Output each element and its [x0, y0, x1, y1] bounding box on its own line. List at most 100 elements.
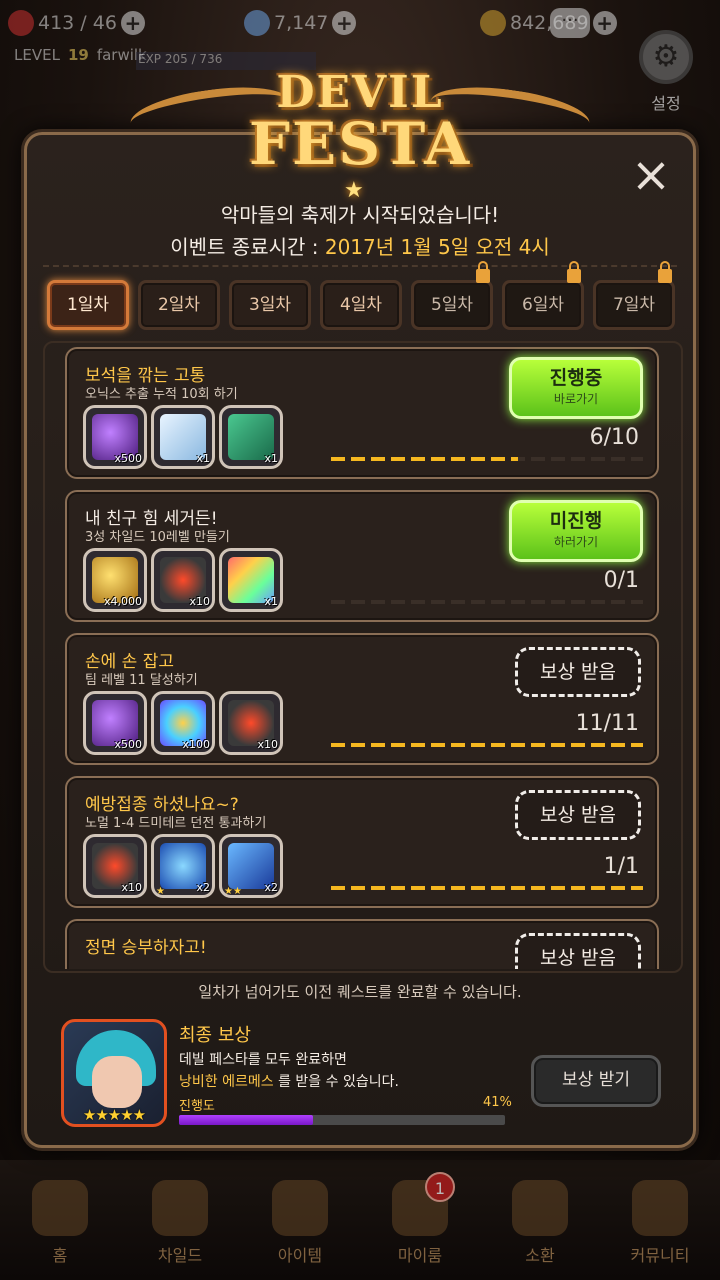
reward-item[interactable]: x10	[83, 834, 147, 898]
progress-label: 진행도	[179, 1099, 215, 1114]
claim-final-reward-button[interactable]: 보상 받기	[531, 1055, 661, 1107]
close-icon: ×	[630, 147, 672, 203]
final-reward-panel: ★★★★★ 최종 보상 데빌 페스타를 모두 완료하면 낭비한 에르메스 를 받…	[43, 1007, 683, 1137]
final-reward-desc-2: 낭비한 에르메스 를 받을 수 있습니다.	[179, 1071, 399, 1091]
tab-day-6[interactable]: 6일차	[502, 261, 584, 330]
logo-star-icon: ★	[344, 178, 364, 203]
reward-claimed-button[interactable]: 보상 받음	[515, 647, 641, 697]
reward-claimed-button[interactable]: 보상 받음	[515, 933, 641, 969]
lock-icon	[567, 261, 581, 283]
add-gems-button[interactable]: +	[332, 11, 357, 35]
nav-item-2[interactable]: 아이템	[245, 1180, 355, 1266]
nav-item-3[interactable]: 마이룸 1	[365, 1172, 475, 1266]
reward-item[interactable]: x1	[219, 405, 283, 469]
final-progress-bar	[179, 1115, 505, 1125]
settings-button[interactable]: ⚙ 설정	[626, 30, 706, 114]
hero-stars-icon: ★★★★★	[82, 1106, 146, 1124]
quest-progress-bar	[331, 600, 643, 604]
quest-description: 노멀 1-4 드미테르 던전 통과하기	[85, 816, 267, 831]
reward-item[interactable]: x500	[83, 405, 147, 469]
tab-day-4[interactable]: 4일차	[320, 280, 402, 330]
reward-item[interactable]: x4,000	[83, 548, 147, 612]
nav-label: 홈	[52, 1246, 68, 1265]
tab-label: 7일차	[612, 295, 656, 315]
hero-face	[92, 1056, 142, 1108]
gem-icon	[244, 10, 270, 36]
reward-count: x2	[264, 881, 278, 894]
quest-progress-count: 0/1	[603, 568, 639, 593]
reward-count: x10	[257, 738, 278, 751]
quest-rewards: x4,000 x10 x1	[83, 548, 283, 612]
nav-item-4[interactable]: 소환	[485, 1180, 595, 1266]
add-hearts-button[interactable]: +	[120, 11, 145, 35]
reward-desc-rest: 를 받을 수 있습니다.	[273, 1074, 399, 1090]
reward-count: x10	[121, 881, 142, 894]
quest-progress-bar	[331, 743, 643, 747]
quest-go-button[interactable]: 진행중 바로가기	[509, 357, 643, 419]
gems-value: 7,147	[274, 12, 329, 34]
tab-label: 4일차	[339, 295, 383, 315]
reward-count: x1	[264, 452, 278, 465]
reward-item[interactable]: x10	[151, 548, 215, 612]
nav-label: 소환	[525, 1246, 555, 1265]
quest-description: 3성 차일드 10레벨 만들기	[85, 530, 230, 545]
lock-icon	[658, 261, 672, 283]
level-label: LEVEL	[14, 46, 60, 64]
level-value: 19	[67, 46, 89, 64]
tab-label: 6일차	[521, 295, 565, 315]
tab-day-3[interactable]: 3일차	[229, 280, 311, 330]
reward-item[interactable]: x100	[151, 691, 215, 755]
nav-label: 커뮤니티	[630, 1246, 690, 1265]
reward-name: 낭비한 에르메스	[179, 1074, 274, 1090]
quest-rewards: x500 x1 x1	[83, 405, 283, 469]
tab-label: 1일차	[66, 295, 110, 315]
quest-progress-bar	[331, 886, 643, 890]
add-gold-button[interactable]: +	[592, 11, 617, 35]
quest-progress-fill	[331, 886, 643, 890]
quest-card: 내 친구 힘 세거든! 3성 차일드 10레벨 만들기 x4,000 x10 x1 미진행…	[65, 490, 659, 622]
reward-stars-icon: ★★	[224, 886, 242, 897]
notice-text: 일차가 넘어가도 이전 퀘스트를 완료할 수 있습니다.	[198, 983, 522, 1001]
quest-go-button[interactable]: 미진행 하러가기	[509, 500, 643, 562]
flame-icon	[152, 1180, 208, 1236]
reward-item[interactable]: x1	[151, 405, 215, 469]
tab-day-5[interactable]: 5일차	[411, 261, 493, 330]
reward-item[interactable]: x2 ★★	[219, 834, 283, 898]
quest-card: 예방접종 하셨나요~? 노멀 1-4 드미테르 던전 통과하기 x10 x2 ★ x2 ★★…	[65, 776, 659, 908]
close-button[interactable]: ×	[629, 151, 673, 199]
event-headline: 악마들의 축제가 시작되었습니다!	[220, 203, 500, 227]
tab-day-1[interactable]: 1일차	[47, 280, 129, 330]
quest-description: 오닉스 추출 누적 10회 하기	[85, 387, 238, 402]
reward-item[interactable]: x10	[219, 691, 283, 755]
quest-progress-count: 1/1	[603, 854, 639, 879]
reward-item[interactable]: x1	[219, 548, 283, 612]
reward-item[interactable]: x2 ★	[151, 834, 215, 898]
tab-label: 3일차	[248, 295, 292, 315]
nav-label: 차일드	[157, 1246, 203, 1265]
quest-progress-bar	[331, 457, 643, 461]
reward-count: x4,000	[103, 595, 142, 608]
reward-stars-icon: ★	[156, 886, 165, 897]
reward-item[interactable]: x500	[83, 691, 147, 755]
nav-item-1[interactable]: 차일드	[125, 1180, 235, 1266]
final-reward-title: 최종 보상	[179, 1025, 251, 1046]
resource-bar: 413 / 46 + 7,147 + 842,689 +	[0, 0, 720, 46]
nav-item-0[interactable]: 홈	[5, 1180, 115, 1266]
final-reward-desc-1: 데빌 페스타를 모두 완료하면	[179, 1052, 347, 1068]
notification-badge: 1	[425, 1172, 455, 1202]
chat-icon[interactable]: ···	[550, 8, 590, 38]
tab-day-2[interactable]: 2일차	[138, 280, 220, 330]
level-info: LEVEL 19 farwilk	[14, 46, 147, 64]
logo-line1: DEVIL	[276, 67, 444, 118]
tab-day-7[interactable]: 7일차	[593, 261, 675, 330]
end-time-label: 이벤트 종료시간 :	[170, 235, 325, 259]
tab-label: 5일차	[430, 295, 474, 315]
logo-line2: FESTA	[248, 110, 472, 178]
progress-percent: 41%	[483, 1095, 512, 1110]
quest-list[interactable]: 보석을 깎는 고통 오닉스 추출 누적 10회 하기 x500 x1 x1 진행중 바로가기…	[51, 345, 675, 969]
nav-item-5[interactable]: 커뮤니티	[605, 1180, 715, 1266]
day-tabs: 1일차 2일차 3일차 4일차 5일차 6일차 7일차	[47, 261, 675, 330]
nav-label: 아이템	[277, 1246, 323, 1265]
quest-action-label: 바로가기	[553, 392, 599, 406]
reward-claimed-button[interactable]: 보상 받음	[515, 790, 641, 840]
